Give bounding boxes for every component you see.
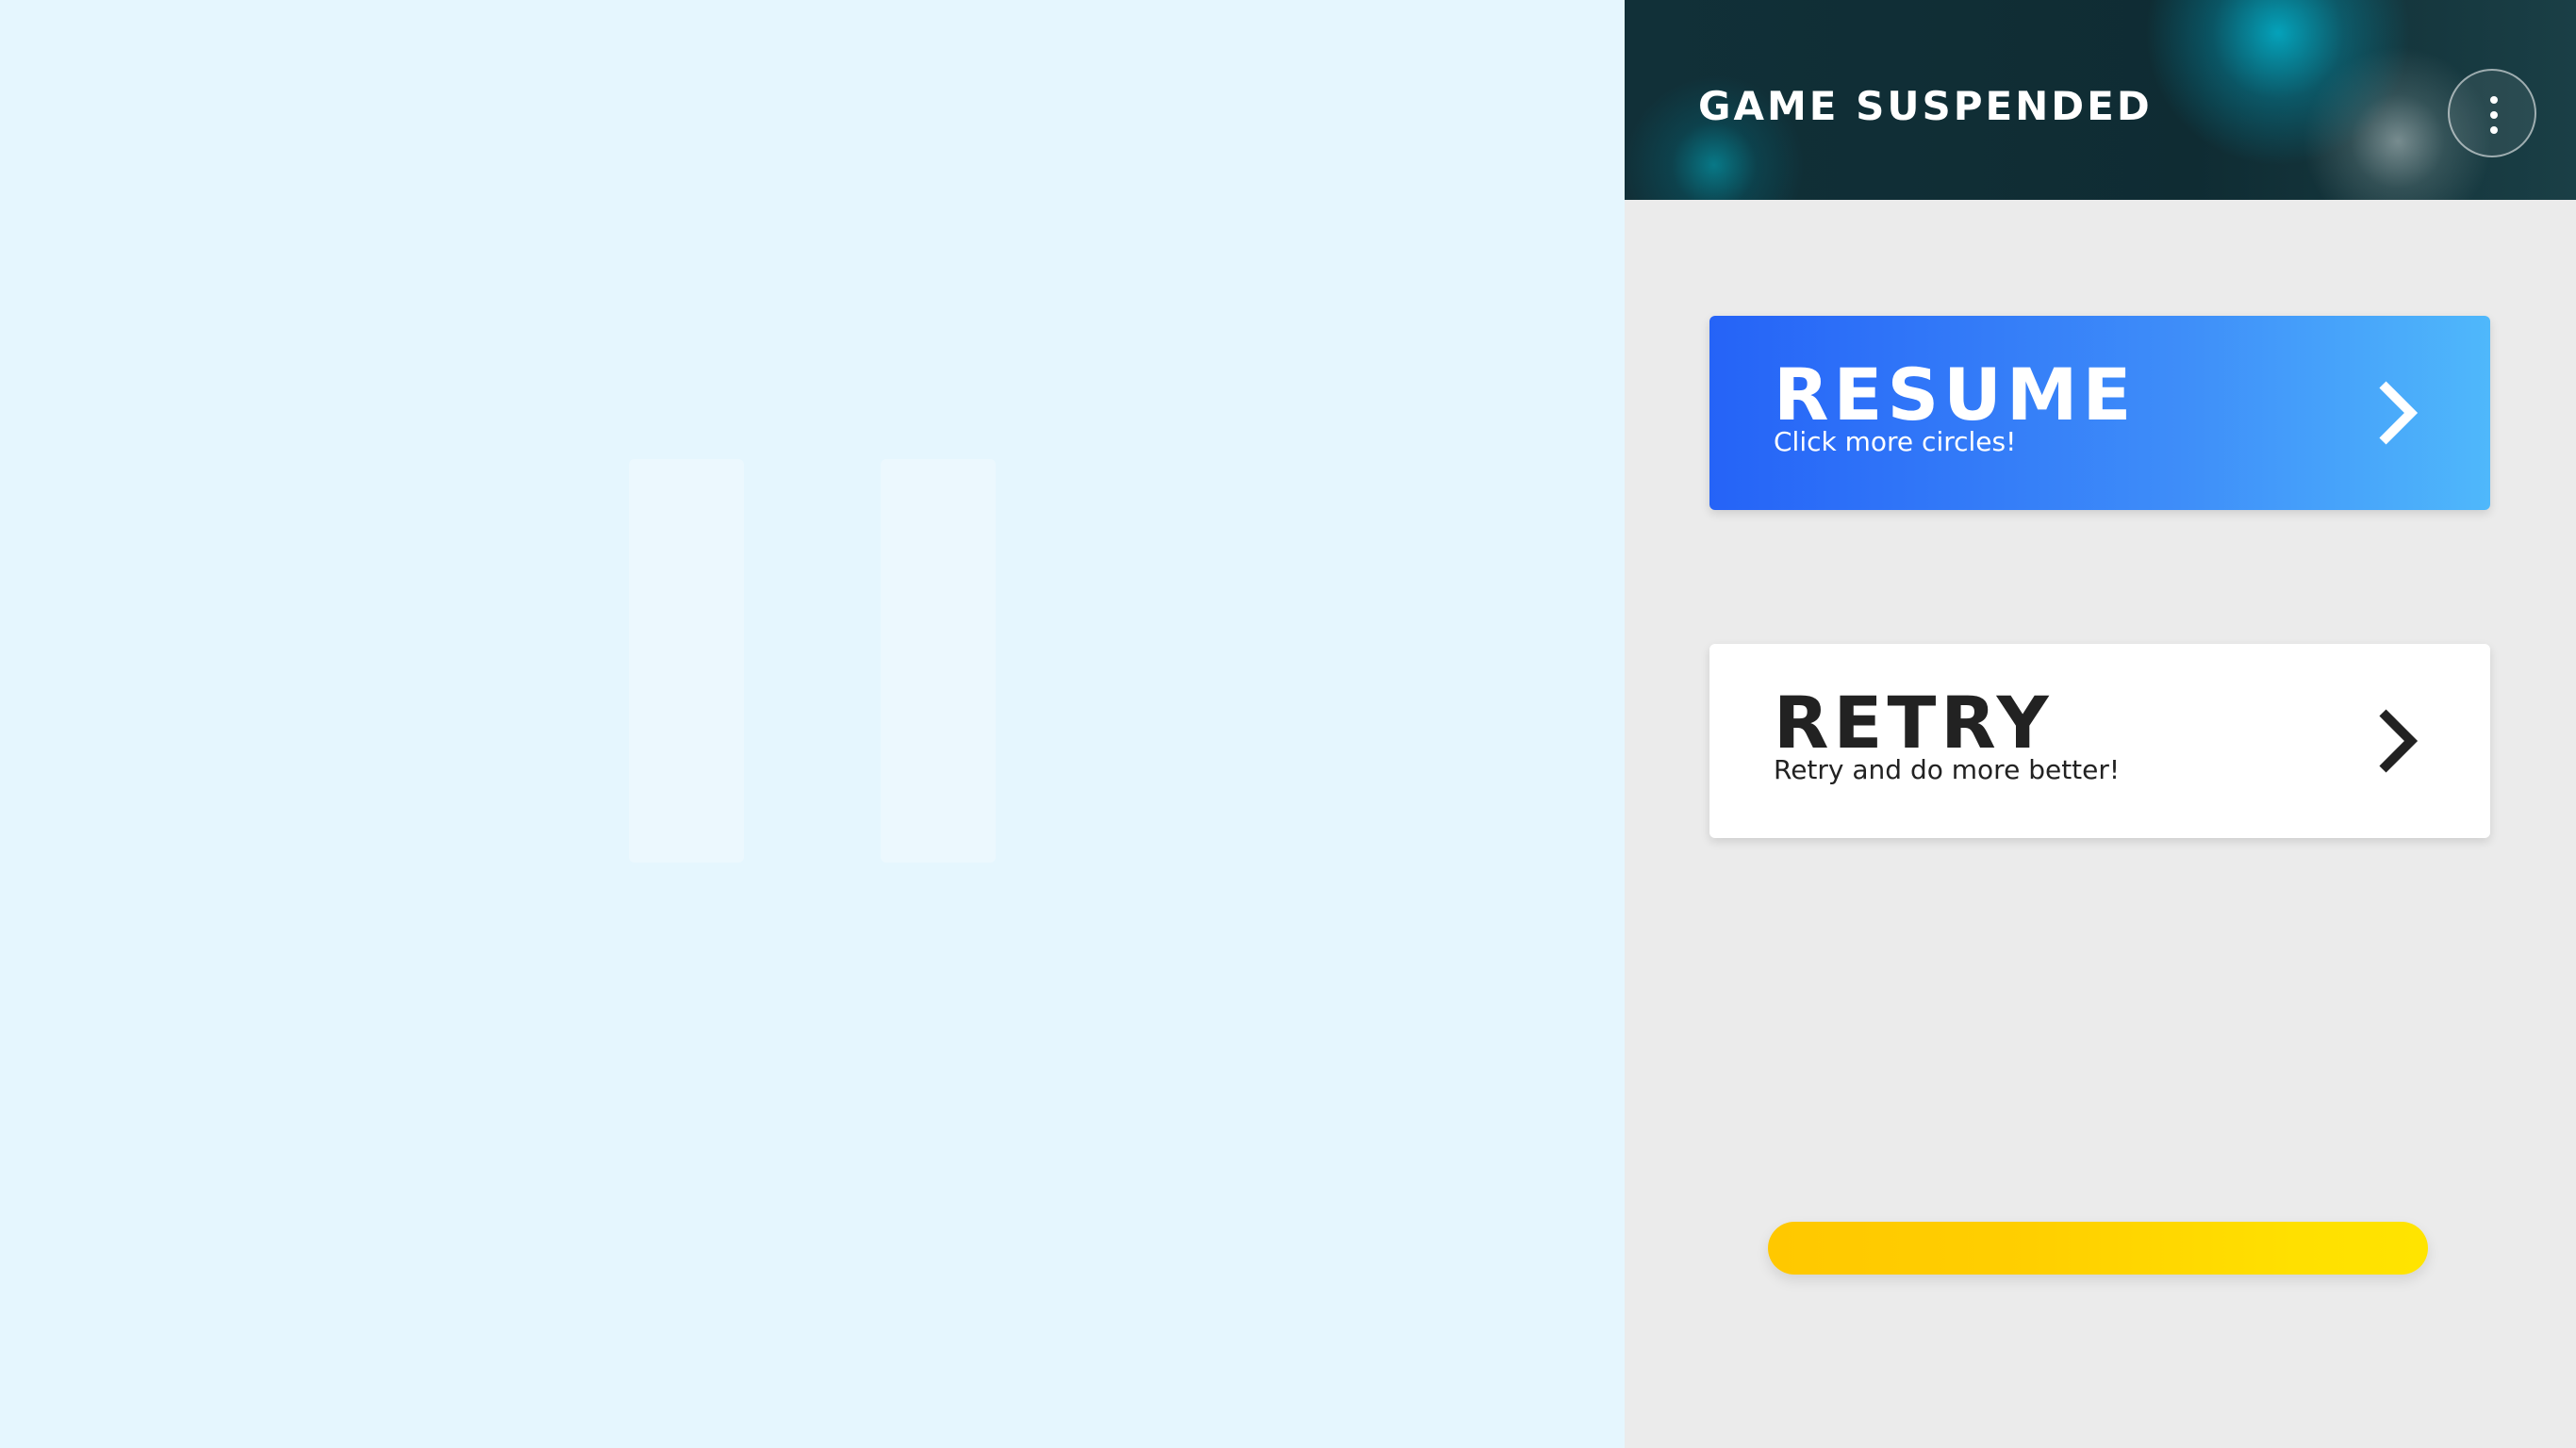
vertical-dots-icon-dot: [2490, 126, 2498, 134]
pause-icon-right-bar: [881, 459, 996, 863]
game-stage: GAME SUSPENDED RESUME Click more circles…: [0, 0, 2576, 1448]
vertical-dots-icon: [2490, 96, 2498, 104]
retry-title: RETRY: [1774, 681, 2054, 765]
panel-header: GAME SUSPENDED: [1625, 0, 2576, 200]
vertical-dots-icon-dot: [2490, 111, 2498, 119]
resume-button[interactable]: RESUME Click more circles!: [1709, 316, 2490, 510]
retry-subtitle: Retry and do more better!: [1774, 754, 2121, 785]
more-options-button[interactable]: [2448, 69, 2536, 157]
pause-icon-left-bar: [629, 459, 744, 863]
yellow-action-bar[interactable]: [1768, 1222, 2428, 1275]
chevron-right-icon: [2379, 381, 2419, 445]
retry-button[interactable]: RETRY Retry and do more better!: [1709, 644, 2490, 838]
panel-title: GAME SUSPENDED: [1698, 83, 2153, 129]
chevron-right-icon: [2379, 709, 2419, 773]
pause-panel: GAME SUSPENDED RESUME Click more circles…: [1625, 0, 2576, 1448]
resume-title: RESUME: [1774, 353, 2137, 436]
resume-subtitle: Click more circles!: [1774, 426, 2017, 457]
